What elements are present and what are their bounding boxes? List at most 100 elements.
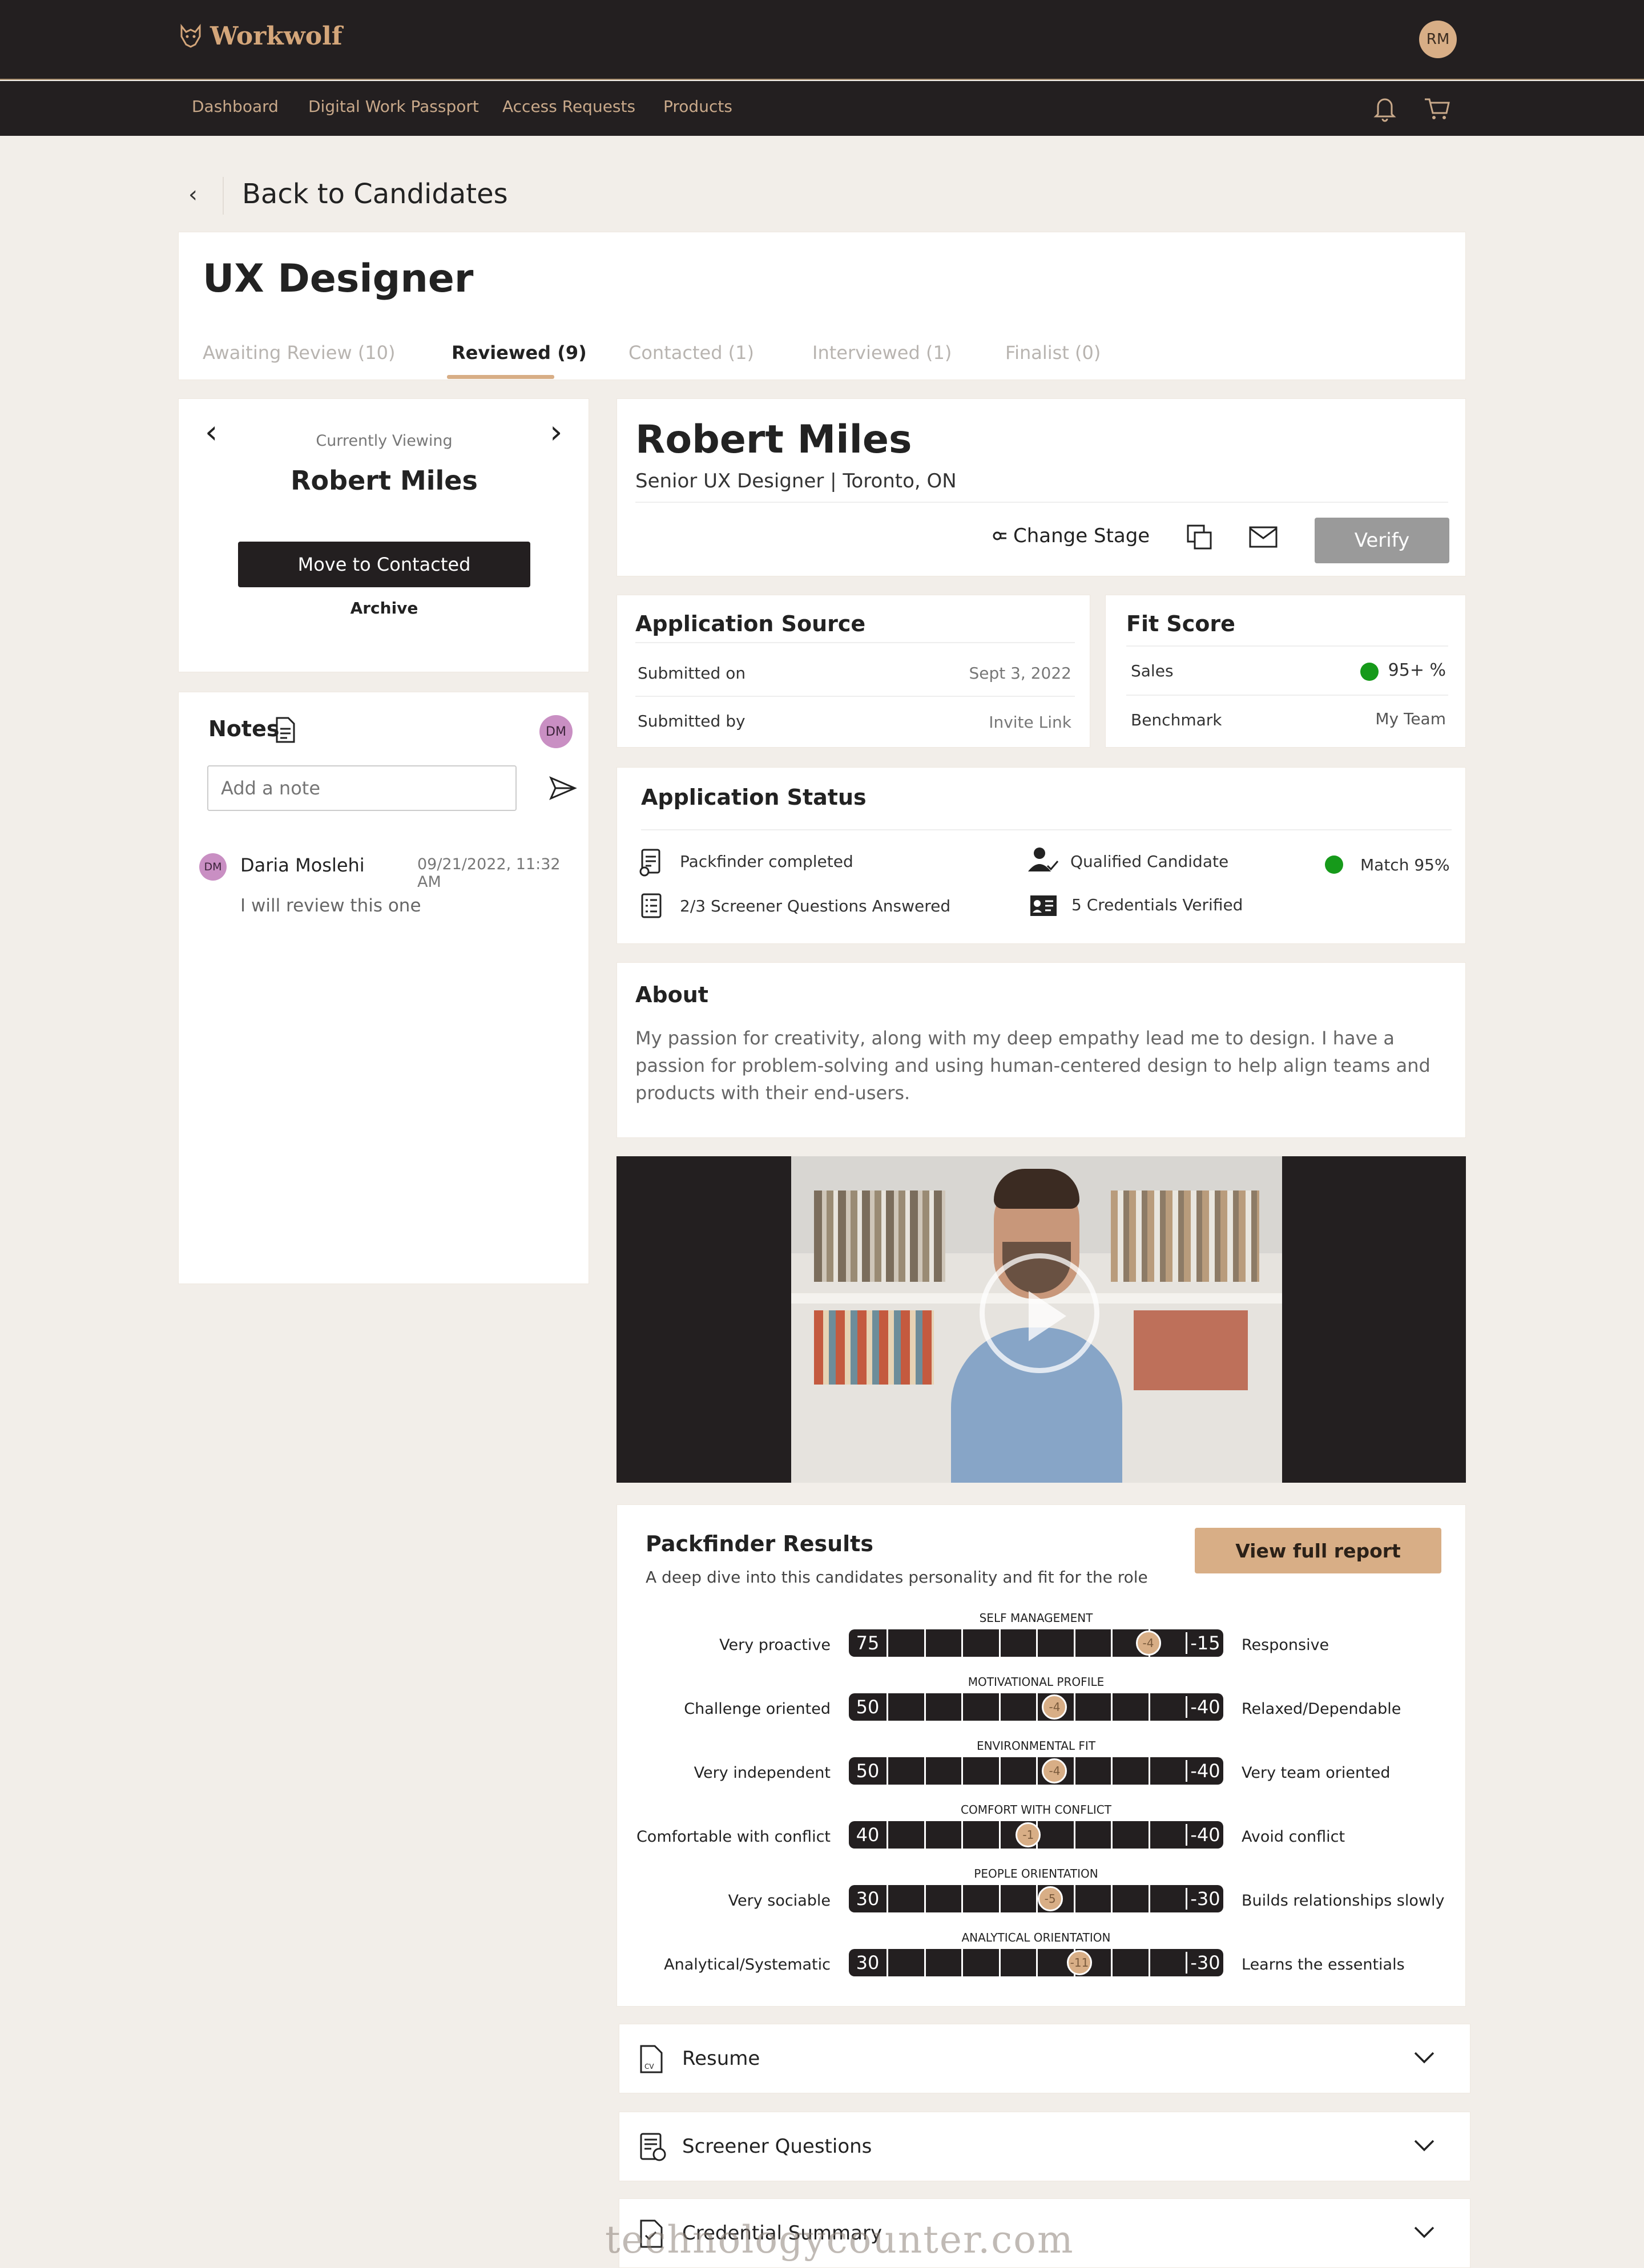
nav-products[interactable]: Products: [663, 97, 732, 116]
trait-right-label: Learns the essentials: [1242, 1956, 1405, 1974]
wolf-icon: [177, 23, 204, 50]
notes-card: Notes DM DM Daria Moslehi 09/21/2022, 11…: [178, 692, 589, 1284]
trait-right-label: Relaxed/Dependable: [1242, 1700, 1401, 1718]
submitted-by-value: Invite Link: [989, 713, 1071, 732]
submitted-on-label: Submitted on: [638, 664, 746, 683]
trait-scale-cell: [961, 1885, 999, 1912]
change-stage-button[interactable]: Change Stage: [993, 524, 1150, 547]
nav-dashboard[interactable]: Dashboard: [192, 97, 279, 116]
trait-right-value: -30: [1186, 1888, 1223, 1910]
candidate-viewer-card: ‹ › Currently Viewing Robert Miles Move …: [178, 398, 589, 672]
trait-scale-bar: 30 -30: [849, 1949, 1223, 1976]
top-bar: Workwolf RM: [0, 0, 1644, 80]
bell-icon[interactable]: [1369, 92, 1401, 124]
chevron-down-icon[interactable]: [1413, 2221, 1436, 2243]
view-full-report-button[interactable]: View full report: [1195, 1528, 1441, 1573]
screener-questions-accordion[interactable]: Screener Questions: [619, 2112, 1470, 2181]
candidate-name: Robert Miles: [635, 417, 912, 462]
trait-score-marker: -4: [1136, 1631, 1161, 1656]
note-author-avatar: DM: [199, 853, 227, 881]
verify-button[interactable]: Verify: [1315, 518, 1449, 563]
mail-icon[interactable]: [1248, 526, 1278, 548]
divider: [635, 696, 1075, 697]
trait-scale-cell: [924, 1885, 962, 1912]
trait-scale-cell: [924, 1949, 962, 1976]
cv-file-icon: CV: [639, 2044, 664, 2075]
trait-left-value: 50: [849, 1696, 887, 1718]
packfinder-results-card: Packfinder Results A deep dive into this…: [616, 1504, 1466, 2007]
cart-icon[interactable]: [1421, 92, 1453, 124]
tab-interviewed[interactable]: Interviewed (1): [812, 342, 952, 364]
trait-title: SELF MANAGEMENT: [842, 1611, 1230, 1625]
status-match: Match 95%: [1360, 855, 1450, 874]
tab-contacted[interactable]: Contacted (1): [628, 342, 754, 364]
trait-scale-cell: [999, 1757, 1037, 1785]
trait-scale-cell: [1074, 1629, 1111, 1657]
play-icon[interactable]: [1017, 1288, 1074, 1345]
note-author: Daria Moslehi: [240, 854, 365, 876]
brand-logo[interactable]: Workwolf: [177, 22, 342, 51]
trait-scale-cell: [887, 1821, 924, 1849]
about-text: My passion for creativity, along with my…: [635, 1024, 1446, 1107]
trait-left-label: Very proactive: [591, 1636, 831, 1654]
note-text: I will review this one: [240, 895, 421, 916]
user-avatar[interactable]: RM: [1419, 21, 1457, 58]
trait-scale-bar: 30-30: [849, 1885, 1223, 1912]
chevron-down-icon[interactable]: [1413, 2046, 1436, 2069]
trait-scale-cell: [961, 1693, 999, 1721]
trait-title: COMFORT WITH CONFLICT: [842, 1803, 1230, 1817]
trait-right-value: -40: [1186, 1696, 1223, 1718]
application-status-title: Application Status: [641, 785, 867, 810]
submitted-by-label: Submitted by: [638, 712, 746, 731]
back-divider: [223, 177, 224, 215]
document-icon: [273, 716, 297, 744]
back-to-candidates-link[interactable]: Back to Candidates: [242, 178, 508, 210]
about-title: About: [635, 982, 708, 1007]
tab-finalist[interactable]: Finalist (0): [1005, 342, 1101, 364]
trait-scale-cell: [887, 1629, 924, 1657]
stage-icon: [993, 530, 1008, 542]
trait-right-value: -15: [1186, 1632, 1223, 1654]
nav-access-requests[interactable]: Access Requests: [502, 97, 635, 116]
trait-scale-cell: [924, 1693, 962, 1721]
fit-benchmark-label: Benchmark: [1131, 711, 1222, 729]
trait-score-marker: -11: [1067, 1950, 1092, 1975]
brand-name: Workwolf: [210, 22, 342, 51]
fit-status-dot: [1360, 663, 1379, 681]
copy-icon[interactable]: [1186, 523, 1214, 552]
trait-scale-cells: [887, 1693, 1186, 1721]
status-credentials: 5 Credentials Verified: [1071, 895, 1243, 914]
nav-digital-work-passport[interactable]: Digital Work Passport: [308, 97, 479, 116]
tab-awaiting-review[interactable]: Awaiting Review (10): [203, 342, 396, 364]
trait-left-value: 30: [849, 1952, 887, 1974]
add-note-input[interactable]: [207, 765, 517, 811]
move-to-contacted-button[interactable]: Move to Contacted: [238, 542, 530, 587]
send-icon[interactable]: [549, 776, 577, 801]
video-thumbnail: [791, 1156, 1282, 1483]
notes-title: Notes: [208, 716, 279, 741]
fit-score-title: Fit Score: [1126, 611, 1235, 636]
intro-video-player[interactable]: [616, 1156, 1466, 1483]
questions-file-icon: [639, 2132, 667, 2162]
chevron-down-icon[interactable]: [1413, 2134, 1436, 2157]
trait-left-label: Very sociable: [591, 1892, 831, 1910]
trait-left-label: Very independent: [591, 1764, 831, 1782]
trait-right-value: -30: [1186, 1952, 1223, 1974]
fit-sales-label: Sales: [1131, 661, 1174, 680]
qualified-user-icon: [1027, 845, 1059, 875]
trait-scale-cell: [887, 1693, 924, 1721]
archive-button[interactable]: Archive: [179, 599, 590, 618]
candidate-header-card: Robert Miles Senior UX Designer | Toront…: [616, 398, 1466, 576]
application-source-title: Application Source: [635, 611, 865, 636]
fit-benchmark-value: My Team: [1375, 709, 1446, 728]
active-tab-indicator: [447, 375, 554, 379]
main-nav: Dashboard Digital Work Passport Access R…: [0, 81, 1644, 136]
trait-title: ENVIRONMENTAL FIT: [842, 1739, 1230, 1753]
trait-scale-cell: [1149, 1885, 1186, 1912]
back-arrow-icon[interactable]: ‹: [188, 181, 198, 208]
credentials-id-icon: [1029, 894, 1058, 917]
tab-reviewed[interactable]: Reviewed (9): [452, 342, 587, 364]
trait-scale-cell: [961, 1629, 999, 1657]
trait-scale-bar: 50-40: [849, 1757, 1223, 1785]
resume-accordion[interactable]: CV Resume: [619, 2024, 1470, 2093]
